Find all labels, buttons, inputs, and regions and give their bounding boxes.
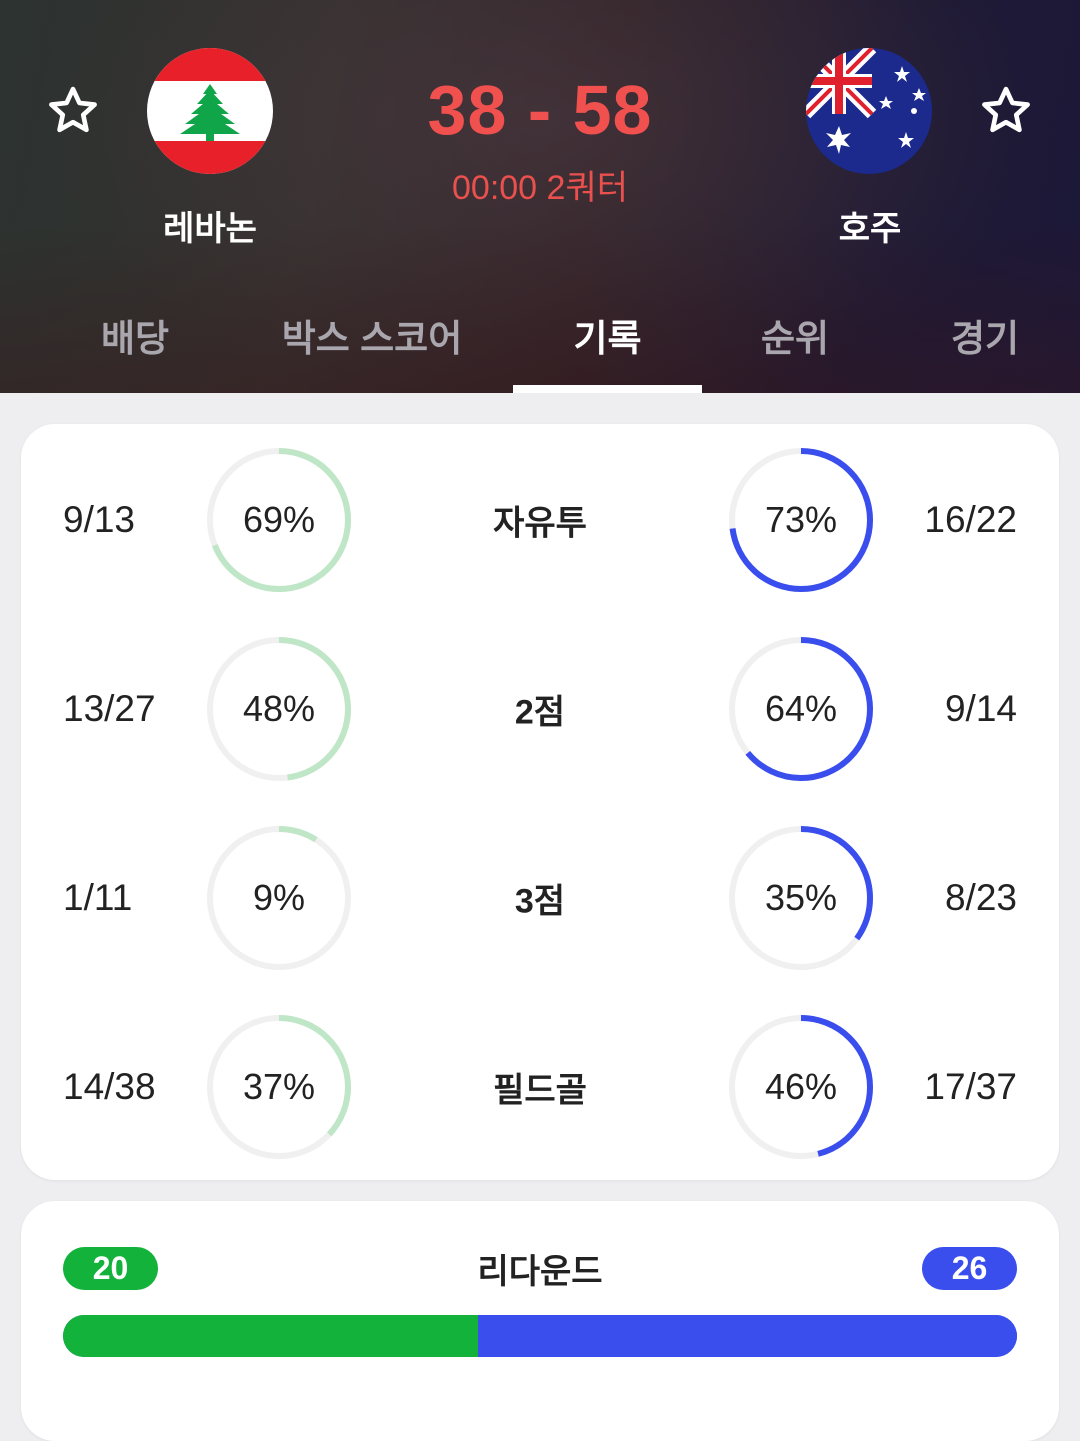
away-pct-text: 64%	[764, 688, 838, 729]
tab-matches[interactable]: 경기	[910, 308, 1060, 362]
away-pct-ring: 46%	[726, 1012, 876, 1162]
home-count: 9/13	[63, 499, 136, 540]
stat-label: 필드골	[493, 1071, 587, 1110]
home-pct-ring: 69%	[204, 445, 354, 595]
match-header: 레바논 38 - 58 00:00 2쿼터 호주 배당 박스 스코어 기록 순위…	[0, 0, 1080, 393]
home-rebound-bar	[63, 1315, 478, 1357]
star-outline-icon	[49, 86, 97, 133]
favorite-away-button[interactable]	[977, 82, 1035, 140]
shooting-stats-card: 9/13 69% 자유투 73% 16/22 13/27 48% 2점 64% …	[21, 424, 1059, 1180]
home-count: 1/11	[63, 877, 133, 918]
australia-flag-icon	[806, 48, 932, 174]
tab-records[interactable]: 기록	[513, 308, 702, 362]
stat-label: 3점	[514, 882, 566, 921]
home-team-name: 레바논	[163, 210, 257, 248]
tab-standings[interactable]: 순위	[720, 308, 870, 362]
tab-box-score[interactable]: 박스 스코어	[262, 308, 482, 362]
home-pct-text: 37%	[242, 1066, 316, 1107]
home-pct-text: 69%	[242, 499, 316, 540]
away-rebound-badge: 26	[922, 1247, 1017, 1290]
away-pct-text: 35%	[764, 877, 838, 918]
stat-row-free-throw: 9/13 69% 자유투 73% 16/22	[21, 445, 1059, 595]
home-rebound-badge: 20	[63, 1247, 158, 1290]
stat-label: 2점	[514, 693, 566, 732]
stat-row-field-goal: 14/38 37% 필드골 46% 17/37	[21, 1012, 1059, 1162]
stat-label: 자유투	[493, 504, 587, 543]
away-team-name: 호주	[838, 210, 902, 248]
home-pct-text: 48%	[242, 688, 316, 729]
away-rebound-bar	[477, 1315, 1017, 1357]
away-count: 17/37	[924, 1066, 1017, 1107]
game-clock: 00:00 2쿼터	[452, 169, 628, 207]
home-count: 13/27	[63, 688, 156, 729]
home-pct-text: 9%	[252, 877, 306, 918]
home-count: 14/38	[63, 1066, 156, 1107]
home-pct-ring: 9%	[204, 823, 354, 973]
stat-row-three-point: 1/11 9% 3점 35% 8/23	[21, 823, 1059, 973]
away-pct-text: 46%	[764, 1066, 838, 1107]
away-pct-ring: 35%	[726, 823, 876, 973]
away-pct-text: 73%	[764, 499, 838, 540]
away-count: 9/14	[944, 688, 1017, 729]
stat-row-two-point: 13/27 48% 2점 64% 9/14	[21, 634, 1059, 784]
star-outline-icon	[982, 86, 1030, 133]
away-count: 8/23	[944, 877, 1017, 918]
match-score: 38 - 58	[427, 71, 653, 149]
rebound-comparison-bar	[63, 1315, 1017, 1357]
away-pct-ring: 73%	[726, 445, 876, 595]
favorite-home-button[interactable]	[44, 82, 102, 140]
away-count: 16/22	[924, 499, 1017, 540]
active-tab-indicator	[513, 385, 702, 393]
lebanon-flag-icon	[147, 48, 273, 174]
rebound-label: 리다운드	[477, 1253, 603, 1291]
away-pct-ring: 64%	[726, 634, 876, 784]
rebound-card: 20 리다운드 26	[21, 1201, 1059, 1441]
home-pct-ring: 48%	[204, 634, 354, 784]
home-pct-ring: 37%	[204, 1012, 354, 1162]
tab-odds[interactable]: 배당	[60, 308, 210, 362]
